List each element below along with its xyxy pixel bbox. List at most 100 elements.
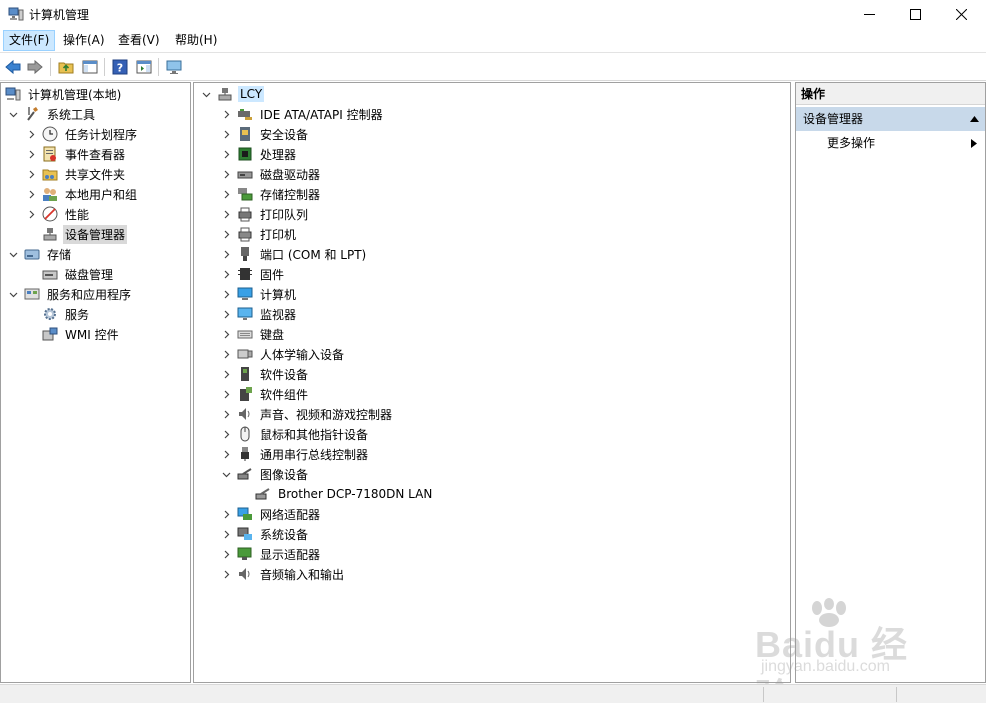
device-label: 声音、视频和游戏控制器	[260, 407, 393, 422]
back-button[interactable]	[3, 57, 23, 77]
device-category[interactable]: 系统设备	[220, 524, 310, 544]
tree-node-wmi-control[interactable]: WMI 控件	[25, 324, 121, 344]
chevron-right-icon[interactable]	[25, 208, 37, 220]
chevron-right-icon[interactable]	[220, 148, 232, 160]
tree-node-computer-management[interactable]: 计算机管理(本地)	[5, 84, 123, 104]
device-category[interactable]: 软件组件	[220, 384, 310, 404]
device-category[interactable]: 显示适配器	[220, 544, 322, 564]
chevron-down-icon[interactable]	[7, 248, 19, 260]
tree-node-disk-management[interactable]: 磁盘管理	[25, 264, 115, 284]
device-category[interactable]: 磁盘驱动器	[220, 164, 322, 184]
actions-section-device-manager[interactable]: 设备管理器	[796, 107, 985, 131]
device-item[interactable]: Brother DCP-7180DN LAN	[238, 484, 434, 504]
console-tree-pane[interactable]: 计算机管理(本地) 系统工具 任务计划程序 事件查看器 共享文件夹 本地用户和组…	[0, 82, 191, 683]
menu-view[interactable]: 查看(V)	[113, 30, 165, 51]
chevron-right-icon[interactable]	[220, 208, 232, 220]
device-root-label: LCY	[238, 86, 265, 102]
device-category[interactable]: 图像设备	[220, 464, 310, 484]
device-category[interactable]: 通用串行总线控制器	[220, 444, 370, 464]
chevron-right-icon[interactable]	[220, 228, 232, 240]
tree-label: 计算机管理(本地)	[28, 87, 122, 102]
chevron-right-icon[interactable]	[25, 128, 37, 140]
chevron-right-icon[interactable]	[220, 328, 232, 340]
tree-node-performance[interactable]: 性能	[25, 204, 91, 224]
device-category[interactable]: 监视器	[220, 304, 298, 324]
tree-node-event-viewer[interactable]: 事件查看器	[25, 144, 127, 164]
chevron-right-icon[interactable]	[220, 408, 232, 420]
device-label: 图像设备	[260, 467, 309, 482]
device-category[interactable]: 打印机	[220, 224, 298, 244]
device-root[interactable]: LCY	[200, 84, 265, 104]
show-hide-tree-button[interactable]	[80, 57, 100, 77]
keyboard-icon	[237, 326, 253, 342]
chevron-right-icon[interactable]	[220, 568, 232, 580]
device-category[interactable]: 网络适配器	[220, 504, 322, 524]
collapse-up-icon[interactable]	[970, 115, 979, 123]
toolbar-separator	[50, 58, 51, 76]
close-button[interactable]	[938, 0, 984, 28]
menu-action[interactable]: 操作(A)	[58, 30, 110, 51]
maximize-button[interactable]	[892, 0, 938, 28]
device-category[interactable]: 存储控制器	[220, 184, 322, 204]
device-category[interactable]: 人体学输入设备	[220, 344, 346, 364]
device-category[interactable]: 计算机	[220, 284, 298, 304]
chevron-right-icon[interactable]	[25, 168, 37, 180]
device-category[interactable]: 端口 (COM 和 LPT)	[220, 244, 368, 264]
device-category[interactable]: 鼠标和其他指针设备	[220, 424, 370, 444]
tree-node-shared-folders[interactable]: 共享文件夹	[25, 164, 127, 184]
tree-node-services-apps[interactable]: 服务和应用程序	[7, 284, 133, 304]
tree-node-storage[interactable]: 存储	[7, 244, 73, 264]
device-label: 人体学输入设备	[260, 347, 345, 362]
chevron-right-icon[interactable]	[220, 288, 232, 300]
forward-button[interactable]	[25, 57, 45, 77]
device-category[interactable]: 固件	[220, 264, 286, 284]
chevron-right-icon[interactable]	[220, 448, 232, 460]
tree-node-system-tools[interactable]: 系统工具	[7, 104, 97, 124]
more-actions-item[interactable]: 更多操作	[796, 132, 985, 154]
window-title: 计算机管理	[29, 8, 90, 22]
chevron-right-icon[interactable]	[220, 388, 232, 400]
chevron-down-icon[interactable]	[200, 88, 212, 100]
tree-node-task-scheduler[interactable]: 任务计划程序	[25, 124, 139, 144]
device-category[interactable]: 软件设备	[220, 364, 310, 384]
chevron-right-icon[interactable]	[220, 308, 232, 320]
device-category[interactable]: 音频输入和输出	[220, 564, 346, 584]
chevron-down-icon[interactable]	[220, 468, 232, 480]
chevron-right-icon[interactable]	[220, 508, 232, 520]
chevron-right-icon[interactable]	[25, 188, 37, 200]
chevron-right-icon[interactable]	[220, 268, 232, 280]
chevron-right-icon[interactable]	[220, 108, 232, 120]
chevron-right-icon[interactable]	[220, 168, 232, 180]
submenu-arrow-icon	[971, 139, 977, 148]
device-label: 鼠标和其他指针设备	[260, 427, 369, 442]
chevron-right-icon[interactable]	[220, 348, 232, 360]
chevron-right-icon[interactable]	[220, 528, 232, 540]
chevron-right-icon[interactable]	[220, 428, 232, 440]
chevron-down-icon[interactable]	[7, 108, 19, 120]
help-button[interactable]: ?	[110, 57, 130, 77]
chevron-right-icon[interactable]	[220, 248, 232, 260]
tree-node-services[interactable]: 服务	[25, 304, 91, 324]
action-pane-button[interactable]	[134, 57, 154, 77]
device-tree-pane[interactable]: LCY IDE ATA/ATAPI 控制器 安全设备 处理器 磁盘驱动器 存储控制器 打印…	[193, 82, 791, 683]
device-category[interactable]: 键盘	[220, 324, 286, 344]
chevron-right-icon[interactable]	[25, 148, 37, 160]
chevron-down-icon[interactable]	[7, 288, 19, 300]
device-category[interactable]: 处理器	[220, 144, 298, 164]
chevron-right-icon[interactable]	[220, 368, 232, 380]
tree-node-local-users[interactable]: 本地用户和组	[25, 184, 139, 204]
chevron-right-icon[interactable]	[220, 188, 232, 200]
device-category[interactable]: 声音、视频和游戏控制器	[220, 404, 394, 424]
device-category[interactable]: 打印队列	[220, 204, 310, 224]
menu-file[interactable]: 文件(F)	[3, 30, 56, 51]
monitor-button[interactable]	[164, 57, 184, 77]
menu-help[interactable]: 帮助(H)	[170, 30, 222, 51]
device-category[interactable]: IDE ATA/ATAPI 控制器	[220, 104, 385, 124]
ide-controller-icon	[237, 106, 253, 122]
tree-node-device-manager[interactable]: 设备管理器	[25, 224, 128, 244]
chevron-right-icon[interactable]	[220, 128, 232, 140]
device-category[interactable]: 安全设备	[220, 124, 310, 144]
up-level-button[interactable]	[56, 57, 76, 77]
chevron-right-icon[interactable]	[220, 548, 232, 560]
minimize-button[interactable]	[846, 0, 892, 28]
